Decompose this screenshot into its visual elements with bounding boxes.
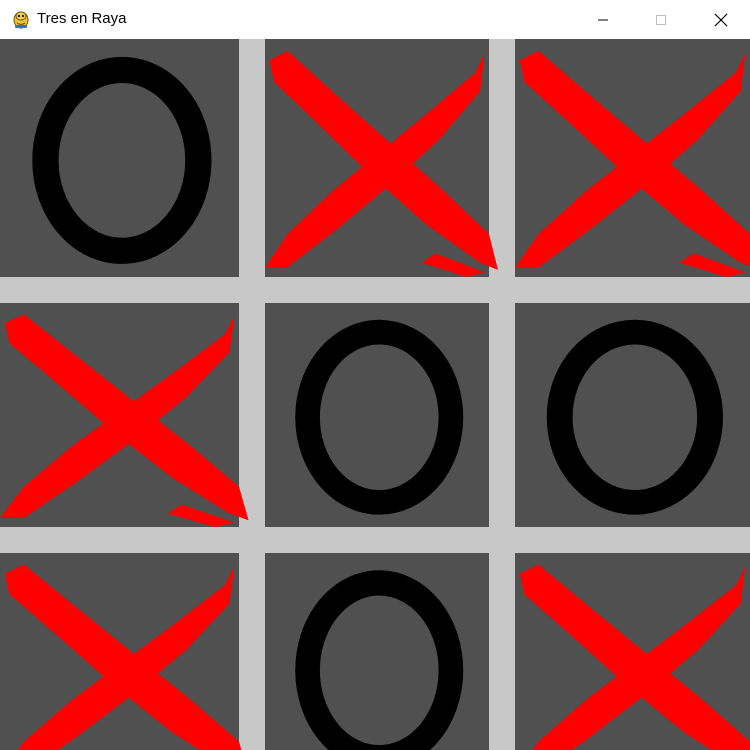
- board-cell-r2-c1[interactable]: [0, 303, 249, 527]
- o-mark: [546, 319, 723, 515]
- minimize-button[interactable]: [574, 0, 632, 39]
- x-mark: [0, 314, 249, 527]
- board-cell-r2-c2[interactable]: [265, 303, 489, 527]
- o-mark: [32, 56, 212, 264]
- o-mark: [295, 319, 464, 515]
- board-cell-r1-c3[interactable]: [515, 39, 750, 277]
- board-cell-r3-c3[interactable]: [515, 553, 750, 750]
- o-mark: [295, 570, 464, 750]
- close-icon: [714, 13, 728, 26]
- maximize-icon: [656, 14, 666, 25]
- pygame-snake-icon: [13, 11, 29, 29]
- x-mark: [515, 50, 750, 277]
- x-mark: [519, 564, 750, 750]
- x-mark: [265, 50, 498, 277]
- board-cell-r2-c3[interactable]: [515, 303, 750, 527]
- game-window: Tres en Raya: [0, 0, 750, 750]
- title-bar: Tres en Raya: [0, 0, 750, 40]
- board-cell-r1-c1[interactable]: [0, 39, 239, 277]
- minimize-icon: [598, 19, 608, 20]
- close-button[interactable]: [692, 0, 750, 39]
- window-title: Tres en Raya: [37, 10, 127, 27]
- game-board: [0, 39, 750, 750]
- board-cell-r3-c2[interactable]: [265, 553, 489, 750]
- board-cell-r1-c2[interactable]: [265, 39, 498, 277]
- board-cell-r3-c1[interactable]: [0, 553, 242, 750]
- x-mark: [4, 564, 242, 750]
- maximize-button[interactable]: [632, 0, 690, 39]
